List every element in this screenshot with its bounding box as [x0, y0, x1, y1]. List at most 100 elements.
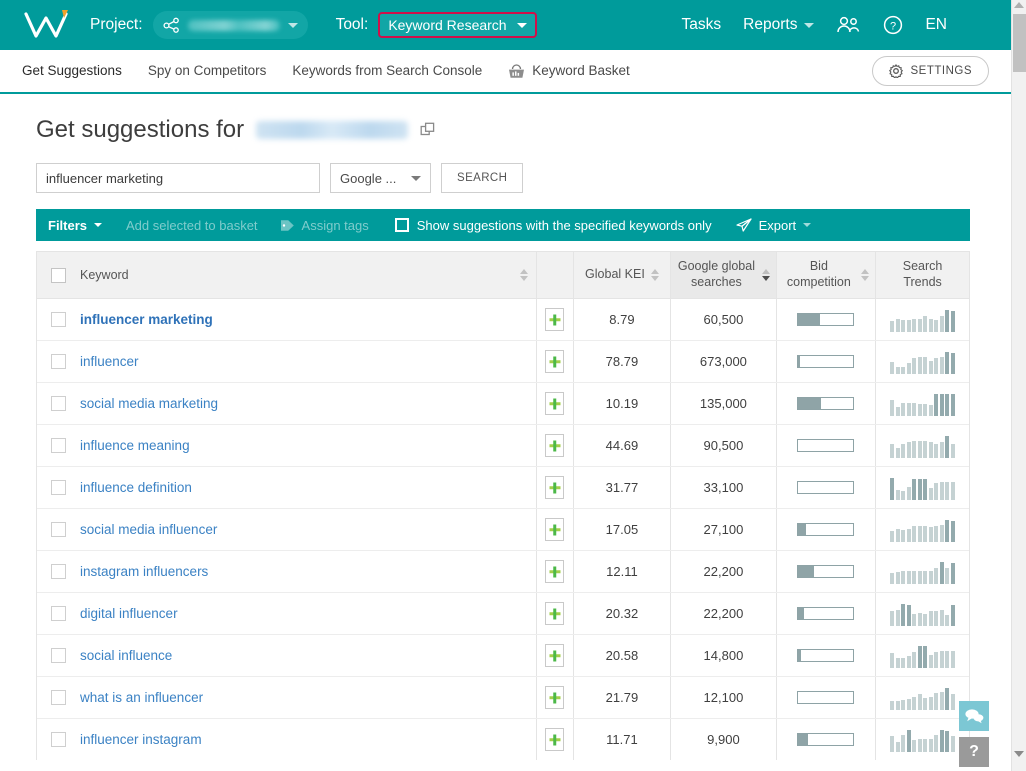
plus-icon[interactable] — [545, 308, 564, 331]
sort-keyword-icon[interactable] — [520, 269, 528, 281]
plus-icon[interactable] — [545, 350, 564, 373]
sparkline-bar — [890, 444, 894, 458]
plus-icon[interactable] — [545, 434, 564, 457]
keyword-link[interactable]: social media influencer — [80, 522, 217, 537]
table-header: Keyword Global KEI Google global searche… — [37, 252, 969, 298]
settings-button[interactable]: SETTINGS — [872, 56, 989, 86]
plus-icon[interactable] — [545, 476, 564, 499]
keyword-link[interactable]: influence meaning — [80, 438, 190, 453]
scroll-up-arrow-icon[interactable] — [1014, 2, 1024, 8]
row-checkbox[interactable] — [51, 522, 66, 537]
plus-icon[interactable] — [545, 518, 564, 541]
show-specified-keywords-only-checkbox[interactable]: Show suggestions with the specified keyw… — [395, 218, 712, 233]
add-selected-to-basket-button[interactable]: Add selected to basket — [126, 218, 258, 233]
search-button[interactable]: SEARCH — [441, 163, 523, 193]
search-engine-select[interactable]: Google ... — [330, 163, 431, 193]
w-logo-icon[interactable] — [22, 8, 74, 42]
cell-search-trends — [876, 635, 969, 676]
sparkline-bar — [934, 358, 938, 374]
nav-tasks[interactable]: Tasks — [682, 16, 722, 34]
sparkline-bar — [945, 568, 949, 584]
top-navigation-bar: Project: Tool: Keyword Research Tasks — [0, 0, 1011, 50]
assign-tags-button[interactable]: Assign tags — [280, 218, 369, 233]
keyword-link[interactable]: what is an influencer — [80, 690, 203, 705]
keyword-link[interactable]: digital influencer — [80, 606, 178, 621]
copy-icon[interactable] — [420, 122, 437, 139]
column-header-bid-competition[interactable]: Bid competition — [777, 252, 877, 298]
sort-bid-competition-icon[interactable] — [861, 269, 869, 281]
row-checkbox[interactable] — [51, 732, 66, 747]
page-scrollbar[interactable] — [1011, 0, 1026, 771]
page-title: Get suggestions for — [0, 94, 1011, 144]
row-checkbox[interactable] — [51, 564, 66, 579]
plus-icon[interactable] — [545, 644, 564, 667]
column-header-keyword[interactable]: Keyword — [37, 252, 537, 298]
search-trends-sparkline — [890, 308, 955, 332]
row-checkbox[interactable] — [51, 396, 66, 411]
select-all-checkbox[interactable] — [51, 268, 66, 283]
cell-google-global-searches: 9,900 — [671, 719, 776, 760]
nav-reports[interactable]: Reports — [743, 16, 814, 34]
project-selector[interactable] — [153, 11, 308, 39]
scroll-down-arrow-icon[interactable] — [1014, 751, 1024, 757]
row-checkbox[interactable] — [51, 648, 66, 663]
cell-google-global-searches: 14,800 — [671, 635, 776, 676]
cell-search-trends — [876, 383, 969, 424]
tab-keywords-from-search-console[interactable]: Keywords from Search Console — [292, 49, 482, 93]
add-selected-to-basket-label: Add selected to basket — [126, 218, 258, 233]
cell-global-kei: 17.05 — [574, 509, 672, 550]
row-checkbox[interactable] — [51, 438, 66, 453]
sparkline-bar — [951, 353, 955, 374]
tab-get-suggestions[interactable]: Get Suggestions — [22, 49, 122, 93]
keyword-link[interactable]: instagram influencers — [80, 564, 208, 579]
tab-keyword-basket[interactable]: Keyword Basket — [508, 49, 630, 93]
sparkline-bar — [929, 571, 933, 584]
chat-bubbles-icon[interactable] — [959, 701, 989, 731]
google-global-searches-value: 673,000 — [700, 354, 747, 369]
keyword-link[interactable]: influencer — [80, 354, 139, 369]
search-trends-sparkline — [890, 602, 955, 626]
scrollbar-thumb[interactable] — [1013, 14, 1026, 72]
plus-icon[interactable] — [545, 728, 564, 751]
question-circle-icon[interactable]: ? — [883, 15, 903, 35]
sparkline-bar — [912, 441, 916, 458]
keyword-link[interactable]: influencer marketing — [80, 312, 213, 327]
users-icon[interactable] — [836, 16, 861, 34]
search-trends-sparkline — [890, 518, 955, 542]
page-title-project-redacted — [256, 121, 408, 139]
plus-icon[interactable] — [545, 686, 564, 709]
sparkline-bar — [923, 404, 927, 416]
language-selector[interactable]: EN — [925, 16, 947, 34]
tool-selector[interactable]: Keyword Research — [378, 12, 536, 38]
tab-spy-on-competitors[interactable]: Spy on Competitors — [148, 49, 267, 93]
cell-add — [537, 299, 573, 340]
sparkline-bar — [918, 441, 922, 458]
search-input[interactable] — [36, 163, 320, 193]
export-dropdown[interactable]: Export — [736, 218, 812, 233]
column-header-global-kei[interactable]: Global KEI — [574, 252, 672, 298]
plus-icon[interactable] — [545, 602, 564, 625]
cell-google-global-searches: 90,500 — [671, 425, 776, 466]
filters-dropdown[interactable]: Filters — [48, 218, 102, 233]
help-widget-button[interactable]: ? — [959, 737, 989, 767]
keyword-link[interactable]: social influence — [80, 648, 172, 663]
row-checkbox[interactable] — [51, 480, 66, 495]
plus-icon[interactable] — [545, 560, 564, 583]
column-header-google-global-searches[interactable]: Google global searches — [671, 252, 776, 298]
keyword-link[interactable]: social media marketing — [80, 396, 218, 411]
search-trends-sparkline — [890, 434, 955, 458]
keyword-link[interactable]: influence definition — [80, 480, 192, 495]
row-checkbox[interactable] — [51, 354, 66, 369]
sort-global-kei-icon[interactable] — [651, 269, 659, 281]
row-checkbox[interactable] — [51, 690, 66, 705]
cell-google-global-searches: 673,000 — [671, 341, 776, 382]
cell-keyword: social influence — [37, 635, 537, 676]
row-checkbox[interactable] — [51, 312, 66, 327]
sort-google-global-searches-icon[interactable] — [762, 269, 770, 281]
hamburger-menu-icon[interactable] — [969, 21, 991, 29]
search-trends-sparkline — [890, 350, 955, 374]
tab-get-suggestions-label: Get Suggestions — [22, 49, 122, 93]
plus-icon[interactable] — [545, 392, 564, 415]
keyword-link[interactable]: influencer instagram — [80, 732, 202, 747]
row-checkbox[interactable] — [51, 606, 66, 621]
